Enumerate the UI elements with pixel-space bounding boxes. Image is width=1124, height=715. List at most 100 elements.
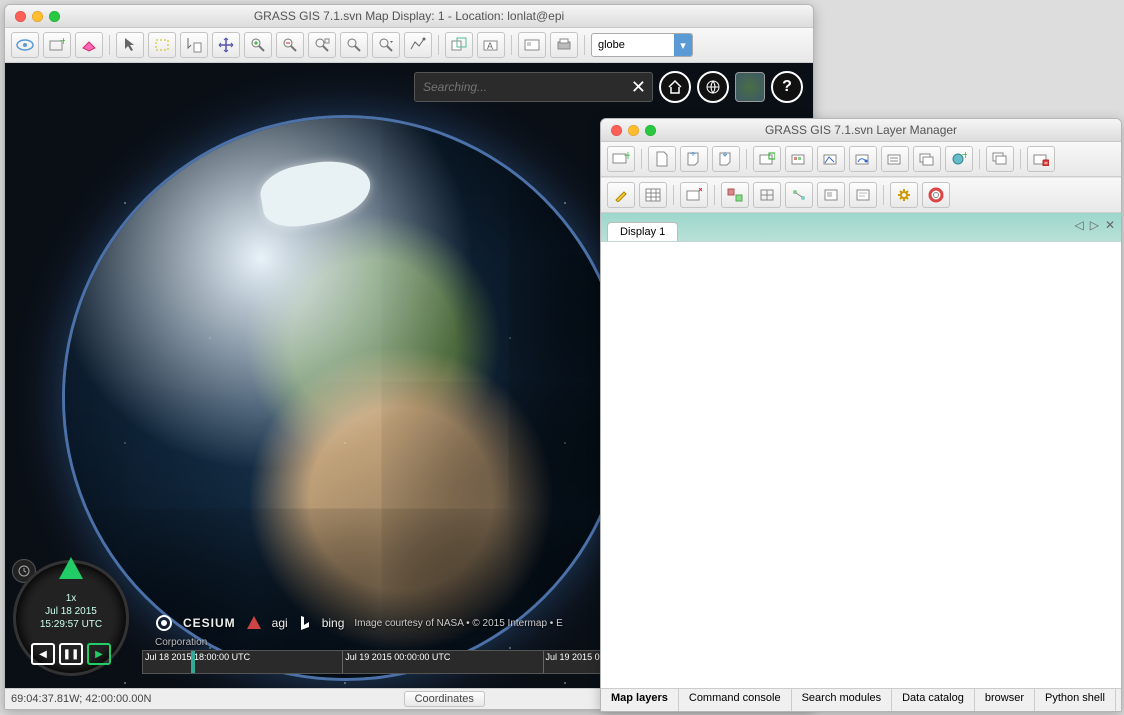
credits-line2: Corporation — [155, 637, 207, 648]
query-button[interactable] — [180, 32, 208, 58]
pencil-icon — [614, 188, 628, 202]
zoom-out-button[interactable] — [276, 32, 304, 58]
add-overlay-misc-button[interactable] — [881, 146, 909, 172]
add-layer-button[interactable]: ＋ — [43, 32, 71, 58]
tab-display1[interactable]: Display 1 — [607, 222, 678, 241]
duplicate-icon — [992, 152, 1008, 166]
zoom-extent-icon — [314, 37, 330, 53]
svg-text:＋: ＋ — [59, 38, 65, 46]
overlay-button[interactable] — [445, 32, 473, 58]
tab-map-layers[interactable]: Map layers — [601, 689, 679, 711]
text-icon: A — [483, 37, 499, 53]
credits-bar: CESIUM agi bing Image courtesy of NASA •… — [155, 614, 563, 632]
separator — [714, 185, 715, 205]
layer-manager-title: GRASS GIS 7.1.svn Layer Manager — [601, 123, 1121, 137]
layer-remove-button[interactable] — [1027, 146, 1055, 172]
erase-button[interactable] — [75, 32, 103, 58]
home-button[interactable] — [659, 71, 691, 103]
layer-raster-icon — [759, 152, 775, 166]
animation-dial[interactable]: 1x Jul 18 2015 15:29:57 UTC ◀ ❚❚ ▶ — [13, 560, 129, 676]
imagery-picker-button[interactable] — [735, 72, 765, 102]
import-raster-button[interactable] — [680, 182, 708, 208]
zoom-menu-icon — [378, 37, 394, 53]
marquee-icon — [154, 38, 170, 52]
dial-time: 15:29:57 UTC — [16, 619, 126, 630]
timeline-tick: Jul 18 2015 18:00:00 UTC — [143, 651, 343, 674]
pointer-button[interactable] — [116, 32, 144, 58]
analyze-button[interactable] — [404, 32, 432, 58]
zoom-extent-button[interactable] — [308, 32, 336, 58]
close-icon[interactable]: ✕ — [631, 77, 646, 98]
status-mode-button[interactable]: Coordinates — [404, 691, 485, 707]
attribute-table-button[interactable] — [639, 182, 667, 208]
add-web-button[interactable]: ＋ — [945, 146, 973, 172]
svg-text:＋: ＋ — [623, 152, 630, 162]
print-button[interactable] — [550, 32, 578, 58]
home-icon — [667, 79, 683, 95]
play-reverse-button[interactable]: ◀ — [31, 643, 55, 665]
save-image-button[interactable] — [518, 32, 546, 58]
tab-close-button[interactable]: ✕ — [1105, 218, 1115, 232]
dial-controls: ◀ ❚❚ ▶ — [16, 643, 126, 665]
clock-icon — [18, 565, 30, 577]
monitor-add-icon: ＋ — [612, 152, 630, 166]
pause-button[interactable]: ❚❚ — [59, 643, 83, 665]
credits-text: Image courtesy of NASA • © 2015 Intermap… — [354, 618, 562, 629]
add-raster-button[interactable] — [753, 146, 781, 172]
tab-command-console[interactable]: Command console — [679, 689, 792, 711]
tab-search-modules[interactable]: Search modules — [792, 689, 893, 711]
status-coordinates: 69:04:37.81W; 42:00:00.00N — [11, 693, 151, 705]
script-button[interactable] — [849, 182, 877, 208]
zoom-menu-button[interactable] — [372, 32, 400, 58]
chevron-down-icon[interactable]: ▾ — [674, 34, 692, 56]
help-button[interactable] — [922, 182, 950, 208]
modeler-button[interactable] — [785, 182, 813, 208]
help-button[interactable]: ? — [771, 71, 803, 103]
select-button[interactable] — [148, 32, 176, 58]
dial-speed: 1x — [16, 593, 126, 604]
layer-duplicate-button[interactable] — [986, 146, 1014, 172]
georectify-button[interactable] — [753, 182, 781, 208]
render-mode-combo[interactable]: globe ▾ — [591, 33, 693, 57]
group-icon — [919, 152, 935, 166]
tab-next-button[interactable]: ▷ — [1090, 218, 1099, 232]
tab-prev-button[interactable]: ◁ — [1074, 218, 1083, 232]
zoom-in-button[interactable] — [244, 32, 272, 58]
tab-python-shell[interactable]: Python shell — [1035, 689, 1116, 711]
new-display-button[interactable]: ＋ — [607, 146, 635, 172]
tab-browser[interactable]: browser — [975, 689, 1035, 711]
geocoder-input[interactable] — [421, 79, 605, 95]
eraser-icon — [81, 38, 97, 52]
separator — [883, 185, 884, 205]
tab-data-catalog[interactable]: Data catalog — [892, 689, 975, 711]
geocoder-search[interactable]: ✕ — [414, 72, 653, 102]
layer-raster-misc-icon — [791, 152, 807, 166]
svg-text:A: A — [487, 41, 493, 51]
play-button[interactable]: ▶ — [87, 643, 111, 665]
workspace-save-button[interactable] — [712, 146, 740, 172]
gear-icon — [896, 187, 912, 203]
add-raster-misc-button[interactable] — [785, 146, 813, 172]
earth-globe[interactable] — [65, 118, 625, 678]
render-button[interactable] — [11, 32, 39, 58]
raster-calc-button[interactable] — [721, 182, 749, 208]
composer-button[interactable] — [817, 182, 845, 208]
workspace-open-button[interactable] — [680, 146, 708, 172]
lm-toolbar-row1: ＋ ＋ — [601, 142, 1121, 177]
settings-button[interactable] — [890, 182, 918, 208]
zoom-out-icon — [282, 37, 298, 53]
globe-add-icon: ＋ — [951, 152, 967, 166]
workspace-new-button[interactable] — [648, 146, 676, 172]
scene-mode-button[interactable] — [697, 71, 729, 103]
add-vector-misc-button[interactable] — [849, 146, 877, 172]
layer-tree[interactable] — [601, 242, 1121, 688]
text-overlay-button[interactable]: A — [477, 32, 505, 58]
zoom-last-button[interactable] — [340, 32, 368, 58]
pan-button[interactable] — [212, 32, 240, 58]
add-vector-button[interactable] — [817, 146, 845, 172]
layer-vector-misc-icon — [855, 152, 871, 166]
zoom-back-icon — [346, 37, 362, 53]
edit-vector-button[interactable] — [607, 182, 635, 208]
timeline-cursor[interactable] — [191, 651, 195, 673]
add-group-button[interactable] — [913, 146, 941, 172]
